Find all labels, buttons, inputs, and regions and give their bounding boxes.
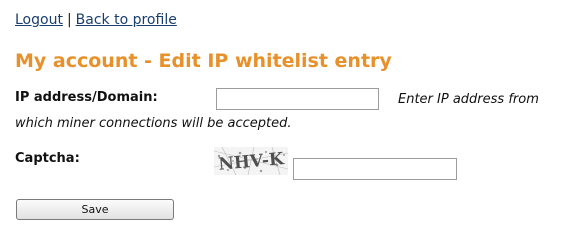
- save-button[interactable]: Save: [16, 199, 174, 220]
- top-navigation: Logout | Back to profile: [15, 11, 177, 29]
- ip-hint-line-1: Enter IP address from: [398, 92, 539, 107]
- ip-address-input[interactable]: [216, 88, 379, 110]
- captcha-input[interactable]: [293, 158, 457, 180]
- ip-address-label: IP address/Domain:: [15, 90, 158, 105]
- nav-separator: |: [66, 12, 72, 28]
- captcha-image: NHV-K: [214, 147, 288, 175]
- logout-link[interactable]: Logout: [15, 12, 63, 28]
- back-to-profile-link[interactable]: Back to profile: [76, 12, 177, 28]
- page-title: My account - Edit IP whitelist entry: [15, 50, 392, 72]
- ip-hint-line-2: which miner connections will be accepted…: [15, 116, 292, 131]
- captcha-label: Captcha:: [15, 151, 80, 166]
